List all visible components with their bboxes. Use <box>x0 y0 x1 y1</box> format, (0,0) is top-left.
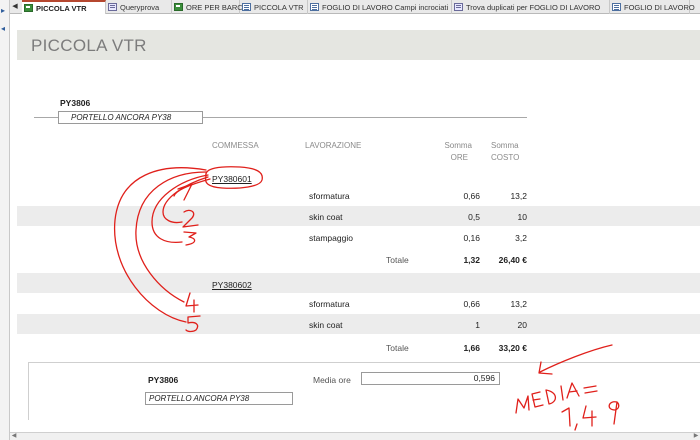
query-icon <box>108 3 117 11</box>
tab-piccola-vtr-form[interactable]: PICCOLA VTR <box>240 0 308 14</box>
group-description: PORTELLO ANCORA PY38 <box>58 111 203 124</box>
tab-ore-per-barca[interactable]: ORE PER BARCA <box>172 0 248 14</box>
media-ore-label: Media ore <box>313 375 351 385</box>
total-ore: 1,32 <box>463 255 480 265</box>
row-costo: 20 <box>517 320 527 330</box>
annotation-note <box>574 423 578 431</box>
report-title: PICCOLA VTR <box>31 36 147 55</box>
footer-description: PORTELLO ANCORA PY38 <box>145 392 293 405</box>
document-tab-bar: ◀ PICCOLA VTR Queryprova ORE PER BARCA P… <box>10 0 700 14</box>
row-lavorazione: sformatura <box>309 191 350 201</box>
header-somma-costo: Somma <box>491 141 519 150</box>
header-somma-ore: Somma <box>444 141 472 150</box>
total-label: Totale <box>386 343 409 353</box>
group-rule-right <box>203 117 527 118</box>
row-band <box>17 273 700 293</box>
tab-label: FOGLIO DI LAVORO Campi incrociati <box>322 2 449 12</box>
row-ore: 0,5 <box>468 212 480 222</box>
form-icon <box>310 3 319 11</box>
annotation-number <box>185 292 199 313</box>
annotation-number <box>177 183 193 201</box>
form-icon <box>242 3 251 11</box>
scroll-left-icon[interactable]: ◀ <box>10 433 18 440</box>
tab-scroll-left-icon[interactable]: ◀ <box>10 0 20 13</box>
group-code: PY3806 <box>60 98 91 108</box>
tab-queryprova[interactable]: Queryprova <box>106 0 172 14</box>
row-band <box>17 314 700 334</box>
annotation-curve <box>113 167 207 323</box>
tab-foglio-di-lavoro[interactable]: FOGLIO DI LAVORO <box>610 0 695 14</box>
media-ore-field[interactable]: 0,596 <box>361 372 500 385</box>
report-icon <box>24 4 33 12</box>
row-costo: 13,2 <box>510 299 527 309</box>
tab-label: Queryprova <box>120 2 160 12</box>
tab-label: FOGLIO DI LAVORO <box>624 2 695 12</box>
row-lavorazione: skin coat <box>309 320 343 330</box>
report-title-band: PICCOLA VTR <box>17 30 700 60</box>
header-costo: COSTO <box>491 153 520 162</box>
tab-trova-duplicati[interactable]: Trova duplicati per FOGLIO DI LAVORO <box>452 0 610 14</box>
total-costo: 33,20 € <box>498 343 527 353</box>
gutter-marker-icon: ▸ <box>1 6 6 15</box>
header-lavorazione: LAVORAZIONE <box>305 141 362 150</box>
form-icon <box>612 3 621 11</box>
row-costo: 10 <box>517 212 527 222</box>
query-icon <box>454 3 463 11</box>
annotation-number <box>183 231 197 246</box>
tab-label: Trova duplicati per FOGLIO DI LAVORO <box>466 2 601 12</box>
row-band <box>17 206 700 226</box>
footer-code: PY3806 <box>148 375 179 385</box>
row-lavorazione: stampaggio <box>309 233 353 243</box>
header-ore: ORE <box>450 153 468 162</box>
horizontal-scrollbar[interactable]: ◀ ▶ <box>10 432 700 440</box>
row-ore: 0,66 <box>463 299 480 309</box>
annotation-curve <box>173 178 211 197</box>
commessa-code: PY380601 <box>212 174 252 184</box>
tab-label: PICCOLA VTR <box>36 3 87 13</box>
scroll-right-icon[interactable]: ▶ <box>692 433 700 440</box>
header-commessa: COMMESSA <box>212 141 259 150</box>
report-icon <box>174 3 183 11</box>
row-lavorazione: sformatura <box>309 299 350 309</box>
row-ore: 0,66 <box>463 191 480 201</box>
tab-foglio-campi-incrociati[interactable]: FOGLIO DI LAVORO Campi incrociati <box>308 0 452 14</box>
row-ore: 0,16 <box>463 233 480 243</box>
total-ore: 1,66 <box>463 343 480 353</box>
row-ore: 1 <box>475 320 480 330</box>
total-costo: 26,40 € <box>498 255 527 265</box>
report-footer-section <box>28 362 700 420</box>
tab-piccola-vtr-report[interactable]: PICCOLA VTR <box>22 0 106 14</box>
row-lavorazione: skin coat <box>309 212 343 222</box>
tab-label: PICCOLA VTR <box>254 2 304 12</box>
row-costo: 13,2 <box>510 191 527 201</box>
group-rule-left <box>34 117 58 118</box>
total-label: Totale <box>386 255 409 265</box>
row-costo: 3,2 <box>515 233 527 243</box>
left-gutter: ▸ ◂ <box>0 0 10 440</box>
tab-label: ORE PER BARCA <box>186 2 248 12</box>
gutter-marker-icon: ◂ <box>1 24 6 33</box>
commessa-code: PY380602 <box>212 280 252 290</box>
